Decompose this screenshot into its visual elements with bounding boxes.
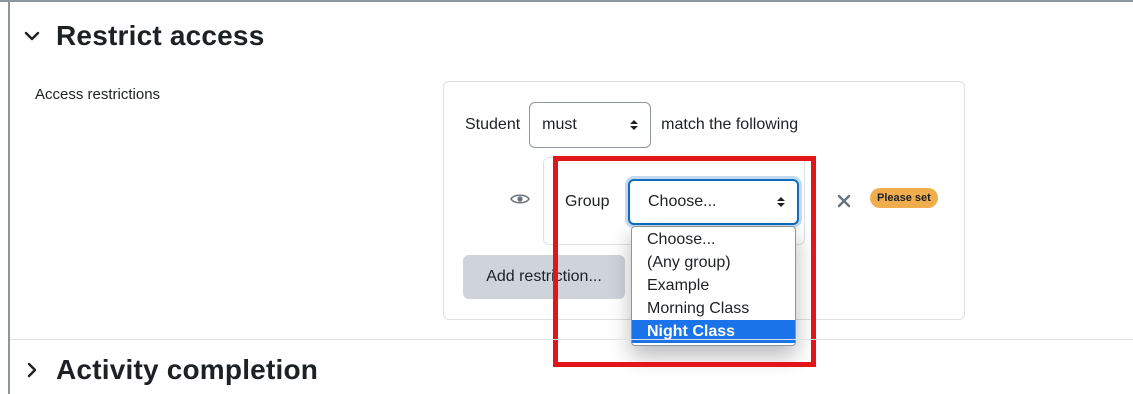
add-restriction-button[interactable]: Add restriction...: [463, 255, 625, 299]
subject-label: Student: [465, 116, 521, 133]
frame-left-border: [8, 0, 10, 394]
access-restrictions-label: Access restrictions: [35, 86, 161, 103]
must-select[interactable]: must: [529, 102, 652, 148]
match-text: match the following: [661, 116, 799, 133]
section-activity-completion-header[interactable]: Activity completion: [20, 354, 318, 386]
must-select-value: must: [542, 116, 577, 133]
dropdown-option-morning-class[interactable]: Morning Class: [632, 297, 795, 320]
close-icon[interactable]: [836, 193, 852, 209]
section-divider: [10, 339, 1133, 340]
group-select[interactable]: Choose...: [628, 179, 799, 225]
sort-arrows-icon: [777, 196, 785, 208]
chevron-down-icon: [20, 24, 44, 48]
section-restrict-access-header[interactable]: Restrict access: [20, 20, 264, 52]
chevron-right-icon: [20, 358, 44, 382]
please-set-badge: Please set: [870, 188, 938, 208]
dropdown-option-example[interactable]: Example: [632, 274, 795, 297]
sort-arrows-icon: [630, 119, 639, 131]
dropdown-option-any-group[interactable]: (Any group): [632, 251, 795, 274]
match-row: Student must match the following: [465, 102, 798, 148]
group-dropdown-list: Choose... (Any group) Example Morning Cl…: [631, 226, 796, 346]
section-title: Restrict access: [56, 20, 265, 51]
dropdown-option-choose[interactable]: Choose...: [632, 228, 795, 251]
group-label: Group: [565, 193, 610, 210]
eye-icon[interactable]: [510, 192, 530, 206]
frame-top-border: [0, 0, 1133, 2]
group-select-value: Choose...: [648, 193, 717, 210]
section-title: Activity completion: [56, 354, 319, 385]
